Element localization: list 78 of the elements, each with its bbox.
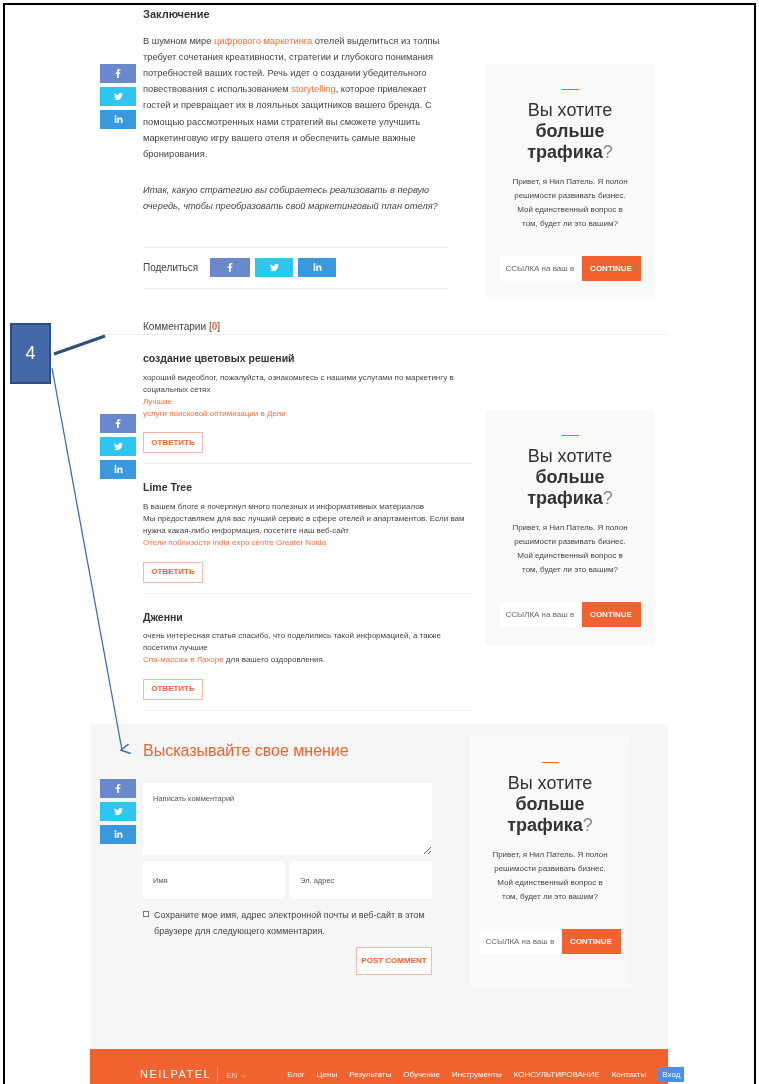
facebook-share-button[interactable] <box>100 414 136 433</box>
promo-heading: Вы хотите больше трафика? <box>526 446 614 509</box>
twitter-share-button[interactable] <box>100 802 136 821</box>
continue-button[interactable]: CONTINUE <box>581 256 641 281</box>
closing-question: Итак, какую стратегию вы собираетесь реализовать в первую очередь, чтобы преобразовать свой маркетинговый план отеля? <box>143 184 439 214</box>
comment-text: хороший видеоблог, пожалуйста, ознакомьтесь с нашими услугами по маркетингу в социальных сетях <box>143 371 455 396</box>
reply-button[interactable]: ОТВЕТИТЬ <box>143 432 203 454</box>
reply-button[interactable]: ОТВЕТИТЬ <box>143 678 203 700</box>
facebook-icon <box>226 263 234 273</box>
article-paragraph: В шумном мире цифрового маркетинга отелей выделиться из толпы требует сочетания креативности, стратегии и глубокого понимания потребностей ваших гостей. Речь идет о создании убедительного повествования с использованием storytelling, которое привлекает гостей и превращает их в лояльных защитников вашего бренда. С помощью рассмотренных нами стратегий вы сможете улучшить маркетинговую игру вашего отеля и обеспечить самые важные бронирования. <box>143 34 441 161</box>
post-comment-button[interactable]: POST COMMENT <box>356 947 432 975</box>
comment-text: Мы предоставляем для вас лучший сервис в сфере отелей и апартаментов. Если вам нужна какая-либо информация, посетите наш веб-сайт <box>143 513 466 537</box>
text-link[interactable]: Отели поблизости india expo centre Greater Noida <box>143 538 327 547</box>
facebook-icon <box>114 419 122 428</box>
footer-nav-link[interactable]: Инструменты <box>451 1069 502 1081</box>
twitter-icon <box>113 442 123 451</box>
chevron-down-icon <box>240 1072 248 1080</box>
twitter-share-button[interactable] <box>100 437 136 456</box>
comment-text: Спа-массаж в Лахоре для вашего оздоровления. <box>143 654 327 667</box>
twitter-icon <box>113 92 123 101</box>
continue-button[interactable]: CONTINUE <box>581 602 641 627</box>
facebook-icon <box>114 784 122 793</box>
promo-heading: Вы хотите больше трафика? <box>506 773 594 836</box>
url-input[interactable]: ССЫЛКА на ваш в <box>499 256 582 281</box>
bracket: [ <box>209 320 212 334</box>
footer-nav-link[interactable]: КОНСУЛЬТИРОВАНИЕ <box>513 1069 600 1081</box>
linkedin-icon <box>113 830 123 839</box>
linkedin-share-button[interactable] <box>100 825 136 844</box>
accent-line <box>561 89 579 90</box>
linkedin-share-button[interactable] <box>298 258 336 278</box>
section-heading: Заключение <box>143 7 211 22</box>
footer-nav-link[interactable]: Обучение <box>403 1069 440 1081</box>
url-input[interactable]: ССЫЛКА на ваш в <box>479 929 562 954</box>
comment-author: Lime Tree <box>143 480 193 496</box>
facebook-icon <box>114 69 122 78</box>
form-title: Высказывайте свое мнение <box>143 741 350 761</box>
login-button[interactable]: Вход <box>658 1067 685 1082</box>
text-link[interactable]: услуги поисковой оптимизации в Дели <box>143 408 286 418</box>
facebook-share-button[interactable] <box>210 258 250 278</box>
facebook-share-button[interactable] <box>100 64 136 83</box>
text-link[interactable]: storytelling <box>291 84 336 95</box>
text-link[interactable]: Спа-массаж в Лахоре <box>143 655 224 665</box>
footer-nav-link[interactable]: Блог <box>287 1069 305 1081</box>
text-link[interactable]: цифрового маркетинга <box>213 35 313 46</box>
linkedin-icon <box>113 115 123 124</box>
facebook-share-button[interactable] <box>100 779 136 798</box>
comment-author: Дженни <box>143 609 183 625</box>
twitter-share-button[interactable] <box>100 87 136 106</box>
twitter-icon <box>113 807 123 816</box>
comments-label: Комментарии <box>143 320 206 334</box>
continue-button[interactable]: CONTINUE <box>561 929 621 954</box>
twitter-icon <box>269 263 279 273</box>
accent-line <box>541 762 559 763</box>
annotation-badge: 4 <box>10 323 51 384</box>
promo-heading: Вы хотите больше трафика? <box>526 100 614 163</box>
site-logo[interactable]: NEILPATEL <box>140 1065 219 1082</box>
promo-text: Привет, я Нил Патель. Я полон решимости развивать бизнес. Мой единственный вопрос в том, будет ли это вашим? <box>491 849 609 903</box>
linkedin-icon <box>312 263 322 273</box>
remember-label: Сохраните мое имя, адрес электронной почты и веб-сайт в этом браузере для следующего комментария. <box>154 909 426 938</box>
comment-author: создание цветовых решений <box>143 351 295 366</box>
linkedin-share-button[interactable] <box>100 110 136 129</box>
share-label: Поделиться <box>143 261 200 276</box>
linkedin-icon <box>113 465 123 474</box>
footer-nav-link[interactable]: Цены <box>316 1069 338 1081</box>
promo-text: Привет, я Нил Патель. Я полон решимости развивать бизнес. Мой единственный вопрос в том, будет ли это вашим? <box>511 522 629 576</box>
remember-checkbox[interactable] <box>143 911 149 917</box>
accent-line <box>561 435 579 436</box>
language-selector[interactable]: EN <box>226 1070 248 1082</box>
bracket: ] <box>217 320 221 334</box>
footer-nav-link[interactable]: Результаты <box>349 1069 392 1081</box>
text-link[interactable]: Лучшие <box>143 396 172 406</box>
promo-text: Привет, я Нил Патель. Я полон решимости развивать бизнес. Мой единственный вопрос в том, будет ли это вашим? <box>511 176 629 230</box>
url-input[interactable]: ССЫЛКА на ваш в <box>499 602 582 627</box>
reply-button[interactable]: ОТВЕТИТЬ <box>143 561 203 583</box>
twitter-share-button[interactable] <box>255 258 293 278</box>
comment-text: В вашем блоге я почерпнул много полезных и информативных материалов <box>143 501 425 513</box>
footer-nav-link[interactable]: Контакты <box>611 1069 647 1081</box>
linkedin-share-button[interactable] <box>100 460 136 479</box>
